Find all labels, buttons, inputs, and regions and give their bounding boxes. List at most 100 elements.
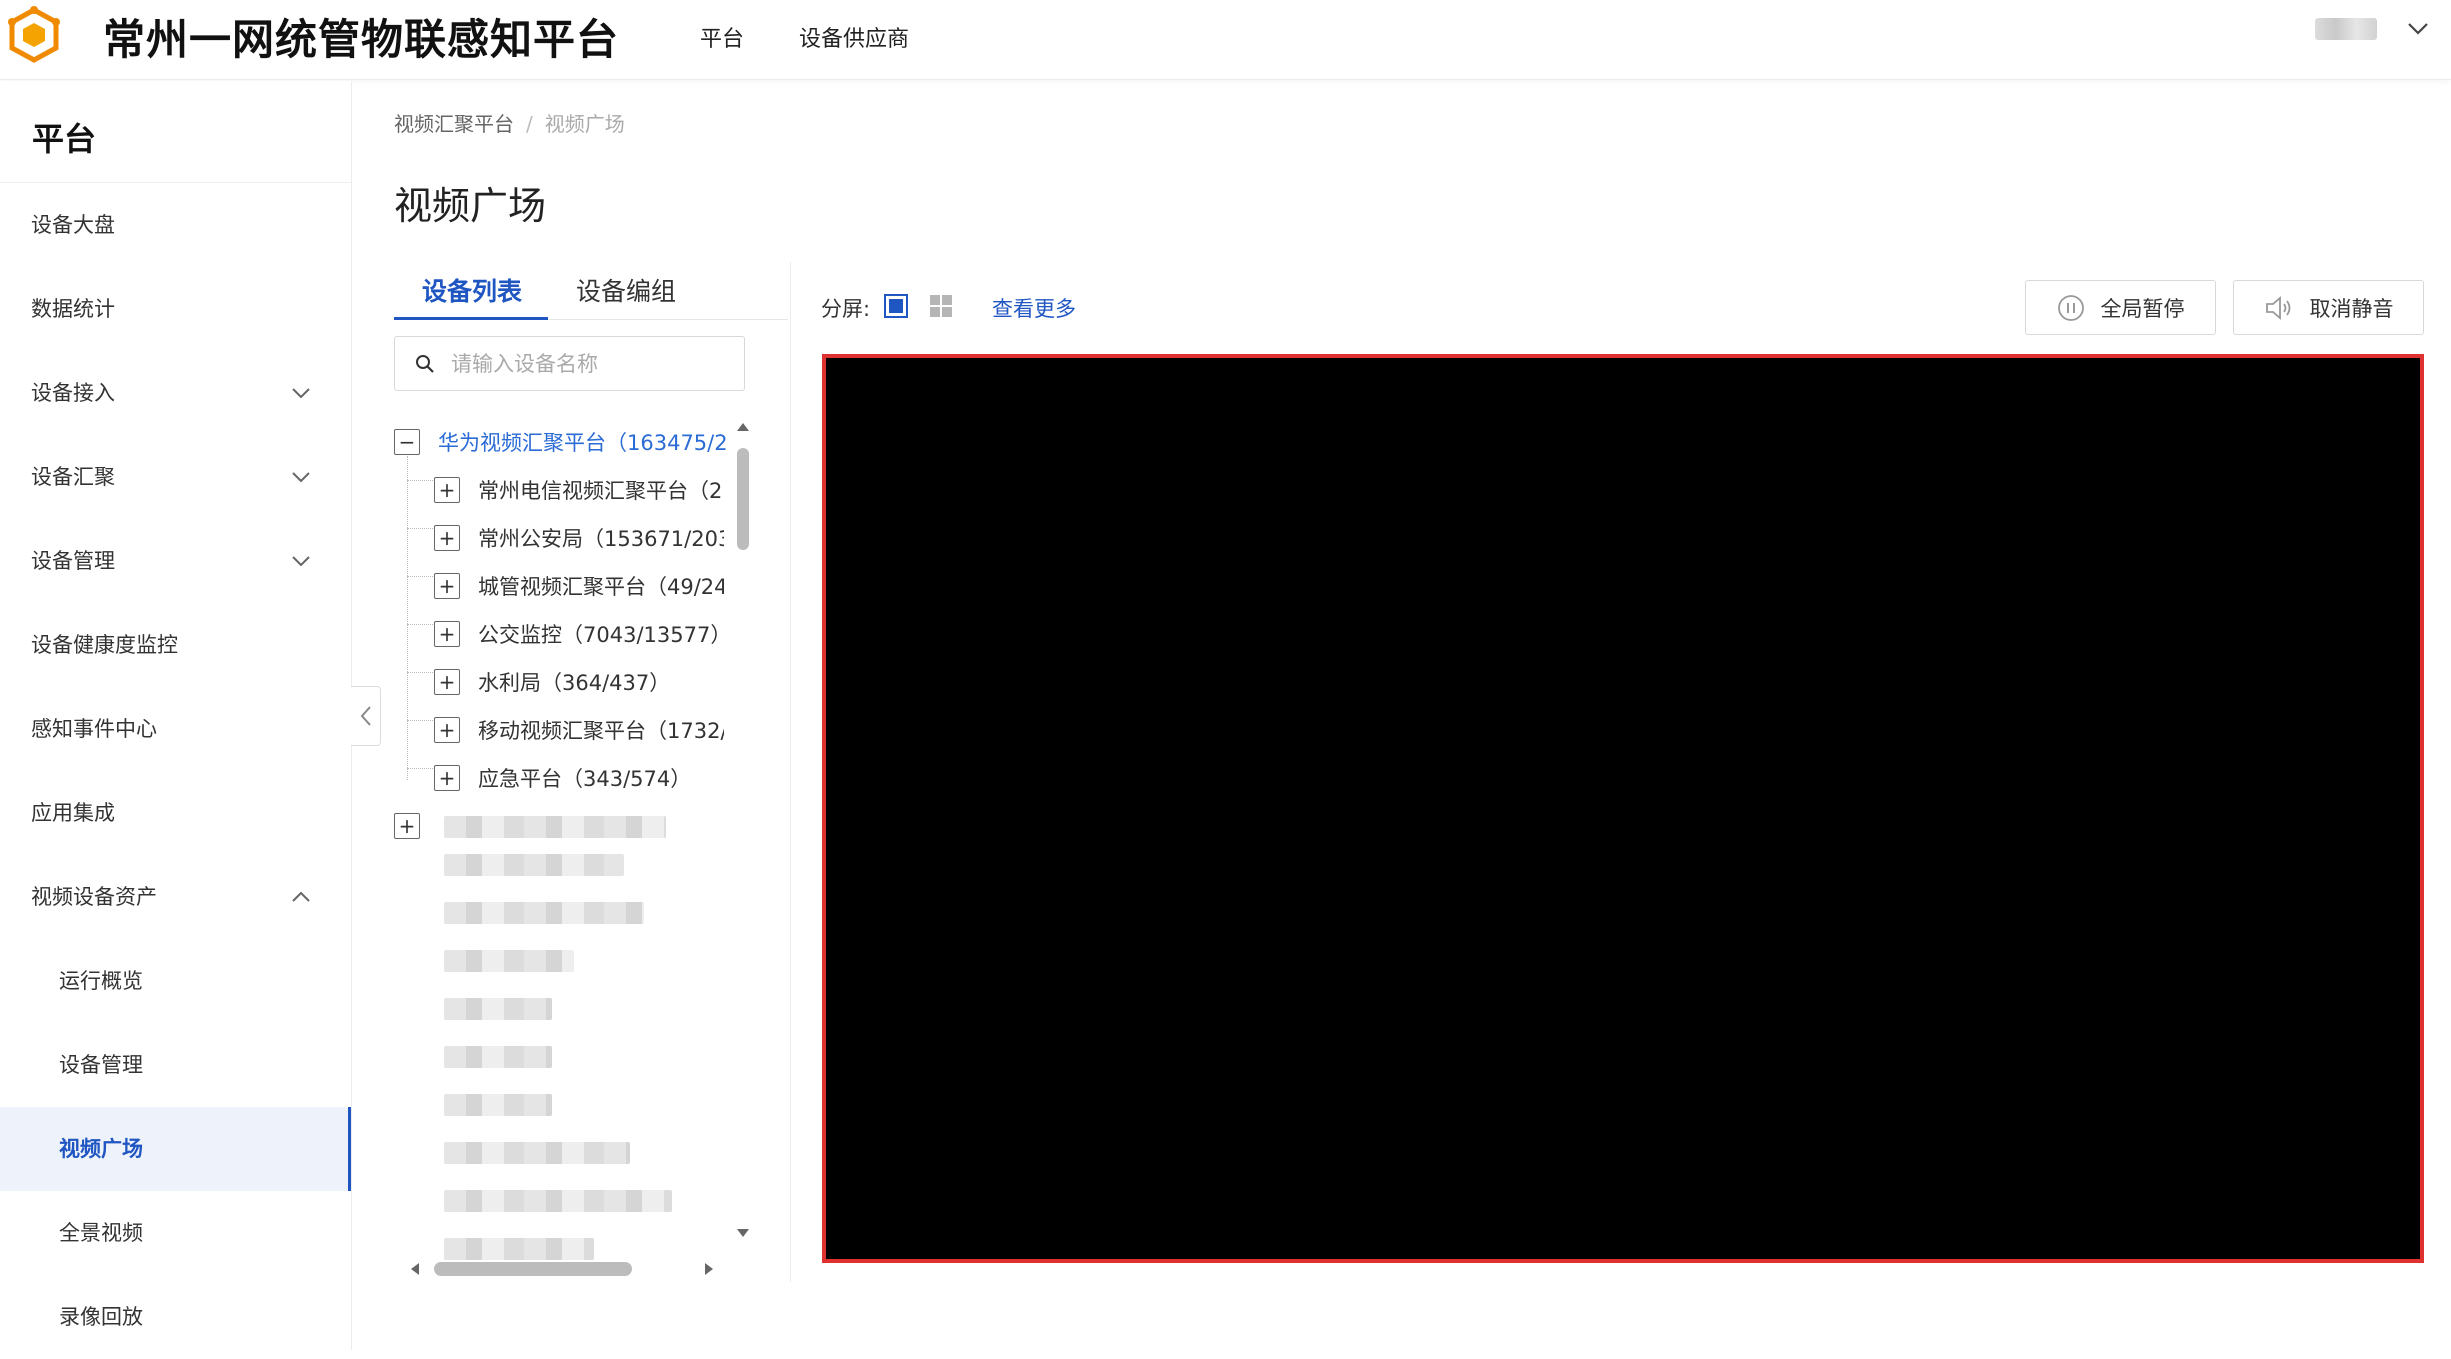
four-screen-icon[interactable] (929, 294, 953, 318)
panel-divider (790, 262, 791, 1282)
tab-device-list[interactable]: 设备列表 (394, 268, 548, 320)
device-search-box (394, 336, 745, 391)
obscured-label (444, 1046, 552, 1068)
expand-icon[interactable]: + (434, 525, 460, 551)
sidebar-collapse-button[interactable] (351, 686, 381, 746)
view-more-link[interactable]: 查看更多 (992, 293, 1076, 323)
tree-node-label[interactable]: 应急平台（343/574） (478, 763, 724, 793)
sidebar-item-label: 录像回放 (59, 1305, 143, 1329)
sidebar-item-video-square[interactable]: 视频广场 (0, 1107, 351, 1191)
unmute-button[interactable]: 取消静音 (2233, 280, 2424, 335)
scroll-up-arrow-icon[interactable] (736, 420, 750, 434)
tree-node-label[interactable]: 水利局（364/437） (478, 667, 724, 697)
breadcrumb-separator: / (526, 112, 533, 136)
sidebar-item-label: 视频广场 (59, 1137, 143, 1161)
pause-all-label: 全局暂停 (2100, 296, 2185, 321)
breadcrumb-current: 视频广场 (544, 112, 625, 136)
expand-icon[interactable]: + (434, 477, 460, 503)
single-screen-icon[interactable] (884, 294, 908, 318)
sidebar-item-event-center[interactable]: 感知事件中心 (0, 687, 351, 771)
horizontal-scrollbar[interactable] (434, 1262, 632, 1276)
sidebar-item-label: 设备管理 (59, 1053, 143, 1077)
avatar[interactable] (2315, 18, 2377, 40)
obscured-label (444, 854, 624, 876)
sidebar-item-label: 设备管理 (31, 549, 115, 573)
speaker-icon (2264, 295, 2294, 321)
pause-icon (2057, 294, 2085, 322)
tree-node-label[interactable]: 常州公安局（153671/2033 (478, 523, 724, 553)
tree-node-label[interactable]: 移动视频汇聚平台（1732/ (478, 715, 724, 745)
tree-node[interactable]: + 常州电信视频汇聚平台（2 (434, 466, 724, 514)
sidebar-item-label: 设备汇聚 (31, 465, 115, 489)
device-tree: − 华为视频汇聚平台（163475/22 + 常州电信视频汇聚平台（2 + 常州… (394, 410, 752, 1280)
sidebar: 平台 设备大盘 数据统计 设备接入 设备汇聚 设备管理 设备健康度监控 感知事件… (0, 81, 352, 1350)
tree-node-label[interactable]: 城管视频汇聚平台（49/24 (478, 571, 724, 601)
scroll-down-arrow-icon[interactable] (736, 1226, 750, 1240)
obscured-label (444, 950, 574, 972)
expand-icon[interactable]: + (434, 717, 460, 743)
tab-device-group[interactable]: 设备编组 (576, 268, 676, 320)
sidebar-item-device-dashboard[interactable]: 设备大盘 (0, 183, 351, 267)
sidebar-item-label: 数据统计 (31, 297, 115, 321)
device-panel-tabs: 设备列表 设备编组 (394, 268, 788, 320)
sidebar-title: 平台 (0, 81, 351, 183)
sidebar-item-label: 感知事件中心 (31, 717, 157, 741)
collapse-icon[interactable]: − (394, 429, 420, 455)
tree-node-root[interactable]: − 华为视频汇聚平台（163475/22 (394, 418, 728, 466)
sidebar-item-device-management[interactable]: 设备管理 (0, 519, 351, 603)
tree-node-label[interactable]: 常州电信视频汇聚平台（2 (478, 475, 724, 505)
breadcrumb-parent[interactable]: 视频汇聚平台 (394, 112, 514, 136)
sidebar-item-video-device-management[interactable]: 设备管理 (0, 1023, 351, 1107)
obscured-label (444, 1238, 594, 1260)
tree-node-label[interactable]: 公交监控（7043/13577） (478, 619, 724, 649)
sidebar-item-panoramic-video[interactable]: 全景视频 (0, 1191, 351, 1275)
sidebar-item-device-aggregation[interactable]: 设备汇聚 (0, 435, 351, 519)
expand-icon[interactable]: + (434, 573, 460, 599)
sidebar-item-recording-playback[interactable]: 录像回放 (0, 1275, 351, 1359)
obscured-label (444, 1094, 552, 1116)
chevron-up-icon (292, 891, 310, 902)
top-nav: 平台 设备供应商 (700, 20, 964, 60)
top-nav-platform[interactable]: 平台 (700, 20, 744, 60)
user-menu[interactable] (2315, 18, 2429, 40)
obscured-label (444, 816, 666, 838)
scroll-right-arrow-icon[interactable] (702, 1262, 716, 1276)
app-title: 常州一网统管物联感知平台 (103, 15, 620, 64)
tree-node[interactable]: + 移动视频汇聚平台（1732/ (434, 706, 724, 754)
obscured-label (444, 1142, 630, 1164)
expand-icon[interactable]: + (434, 621, 460, 647)
sidebar-item-video-assets[interactable]: 视频设备资产 (0, 855, 351, 939)
search-icon (415, 354, 435, 374)
sidebar-item-app-integration[interactable]: 应用集成 (0, 771, 351, 855)
tree-node-label[interactable]: 华为视频汇聚平台（163475/22 (438, 427, 728, 457)
tree-node[interactable]: + 水利局（364/437） (434, 658, 724, 706)
chevron-down-icon (292, 556, 310, 567)
chevron-down-icon[interactable] (2407, 22, 2429, 36)
obscured-label (444, 998, 552, 1020)
expand-icon[interactable]: + (434, 765, 460, 791)
video-player-screen[interactable] (822, 354, 2424, 1263)
chevron-down-icon (292, 388, 310, 399)
device-search-input[interactable] (449, 350, 729, 377)
vertical-scrollbar[interactable] (737, 448, 749, 550)
sidebar-item-label: 运行概览 (59, 969, 143, 993)
chevron-left-icon (360, 706, 371, 726)
obscured-label (444, 902, 644, 924)
tree-node[interactable]: + 城管视频汇聚平台（49/24 (434, 562, 724, 610)
pause-all-button[interactable]: 全局暂停 (2025, 280, 2216, 335)
tree-node-obscured[interactable]: + (394, 802, 420, 850)
tree-node[interactable]: + 应急平台（343/574） (434, 754, 724, 802)
tree-node[interactable]: + 公交监控（7043/13577） (434, 610, 724, 658)
top-header: 常州一网统管物联感知平台 平台 设备供应商 (0, 0, 2451, 80)
unmute-label: 取消静音 (2309, 296, 2394, 321)
breadcrumb: 视频汇聚平台 / 视频广场 (394, 108, 625, 137)
top-nav-device-supplier[interactable]: 设备供应商 (799, 20, 909, 60)
sidebar-item-device-health[interactable]: 设备健康度监控 (0, 603, 351, 687)
sidebar-item-device-access[interactable]: 设备接入 (0, 351, 351, 435)
sidebar-item-data-statistics[interactable]: 数据统计 (0, 267, 351, 351)
scroll-left-arrow-icon[interactable] (408, 1262, 422, 1276)
expand-icon[interactable]: + (394, 813, 420, 839)
expand-icon[interactable]: + (434, 669, 460, 695)
sidebar-item-run-overview[interactable]: 运行概览 (0, 939, 351, 1023)
tree-node[interactable]: + 常州公安局（153671/2033 (434, 514, 724, 562)
